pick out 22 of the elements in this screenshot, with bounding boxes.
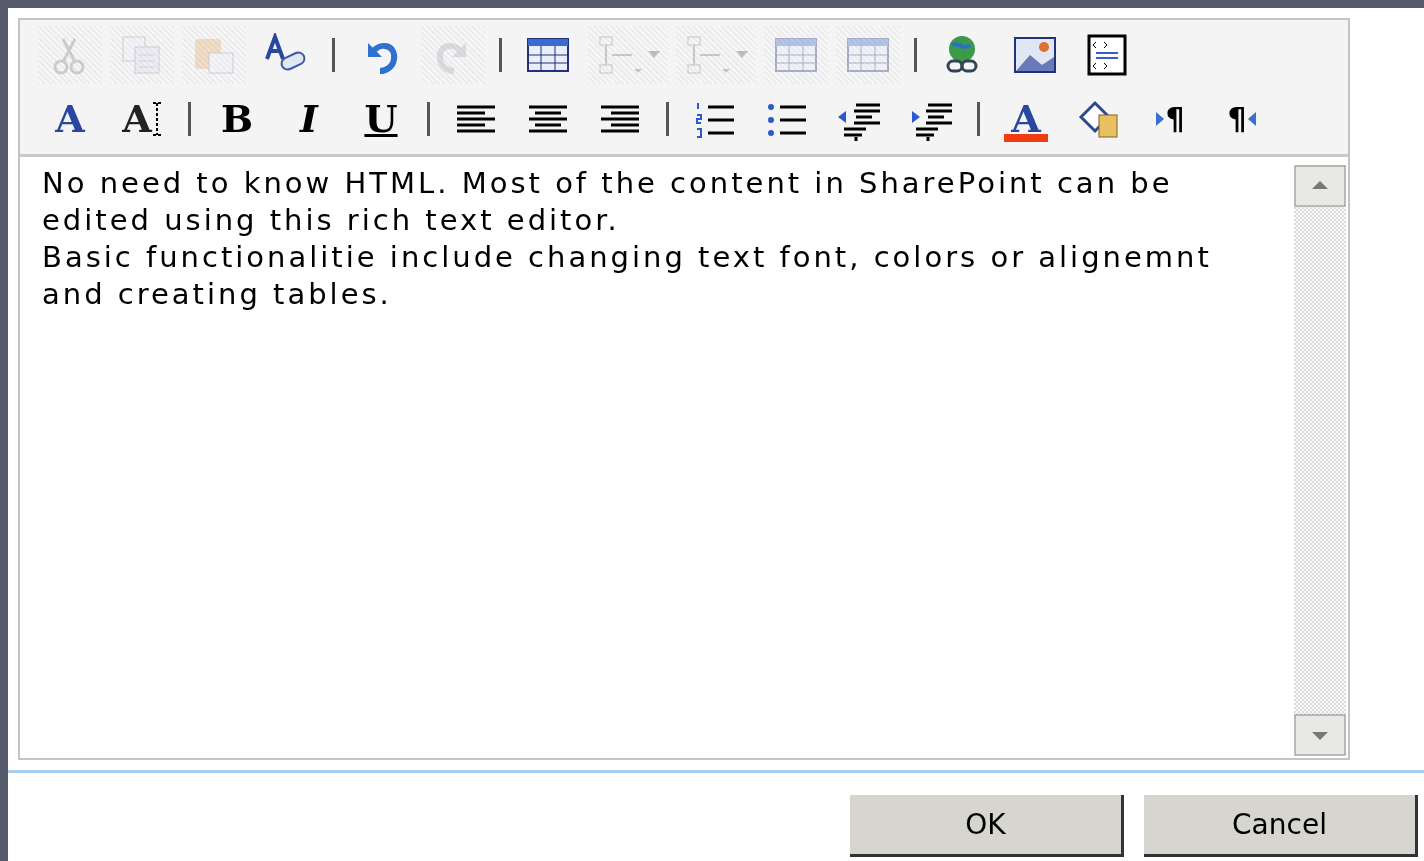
scrollbar[interactable] xyxy=(1294,165,1346,756)
scroll-up-button[interactable] xyxy=(1294,165,1346,207)
arrow-icon xyxy=(1246,111,1257,127)
arrow-icon xyxy=(1155,111,1166,127)
bold-button[interactable]: B xyxy=(205,90,269,148)
font-size-button[interactable]: A xyxy=(110,90,174,148)
text-color-button[interactable]: A xyxy=(994,90,1058,148)
scroll-down-button[interactable] xyxy=(1294,714,1346,756)
font-button[interactable]: A xyxy=(38,90,102,148)
ok-button[interactable]: OK xyxy=(850,795,1124,857)
right-to-left-button[interactable]: ¶ xyxy=(1210,90,1274,148)
insert-column-icon xyxy=(684,33,730,77)
caret-icon xyxy=(648,51,660,59)
underline-button[interactable]: U xyxy=(349,90,413,148)
italic-button[interactable]: I xyxy=(277,90,341,148)
caret-icon xyxy=(736,51,748,59)
left-to-right-button[interactable]: ¶ xyxy=(1138,90,1202,148)
resize-marker-icon xyxy=(151,101,162,137)
cancel-button[interactable]: Cancel xyxy=(1144,795,1418,857)
insert-row-icon xyxy=(596,33,642,77)
paragraph: Basic functionalitie include changing text font, colors or alignemnt and creating tables. xyxy=(42,239,1213,313)
paragraph: No need to know HTML. Most of the content in SharePoint can be edited using this rich text editor. xyxy=(42,165,1174,239)
